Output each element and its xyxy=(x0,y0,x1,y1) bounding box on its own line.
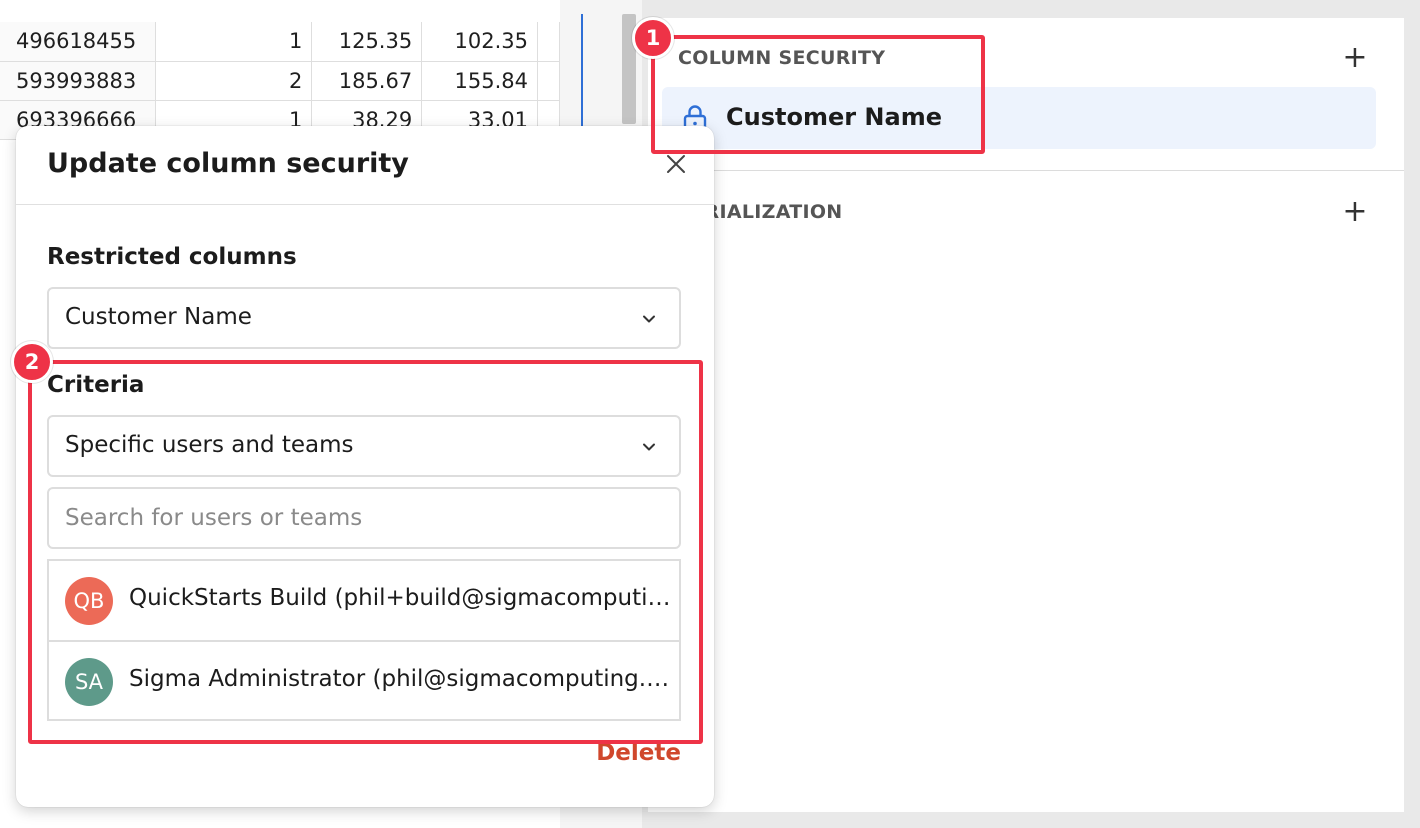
table-cell[interactable]: 125.35 xyxy=(311,22,423,62)
table-cell[interactable]: 1 xyxy=(155,22,313,62)
table-cell[interactable]: 155.84 xyxy=(421,61,538,101)
restricted-columns-select[interactable]: Customer Name xyxy=(47,287,681,349)
table-cell[interactable]: 593993883 xyxy=(0,61,157,101)
add-column-security-button[interactable]: + xyxy=(1342,43,1368,73)
user-name: QuickStarts Build (phil+build@sigmacompu… xyxy=(129,585,674,611)
column-security-header: COLUMN SECURITY xyxy=(678,47,886,69)
update-column-security-dialog: Update column security Restricted column… xyxy=(16,126,714,807)
table-row[interactable]: 593993883 2 185.67 155.84 xyxy=(0,61,560,101)
column-security-item-label: Customer Name xyxy=(726,103,942,131)
data-table: 496618455 1 125.35 102.35 593993883 2 18… xyxy=(0,22,560,140)
delete-button[interactable]: Delete xyxy=(596,740,681,766)
dialog-title: Update column security xyxy=(47,148,409,179)
table-cell[interactable]: 2 xyxy=(155,61,313,101)
table-cell[interactable]: 496618455 xyxy=(0,22,157,62)
avatar: QB xyxy=(65,577,113,625)
close-icon[interactable] xyxy=(664,152,688,176)
table-cell[interactable]: 185.67 xyxy=(311,61,423,101)
table-row[interactable]: 496618455 1 125.35 102.35 xyxy=(0,22,560,62)
callout-badge-2: 2 xyxy=(11,341,53,383)
search-users-input[interactable] xyxy=(47,487,681,549)
avatar: SA xyxy=(65,658,113,706)
user-list-item[interactable]: SA Sigma Administrator (phil@sigmacomput… xyxy=(49,642,679,721)
divider xyxy=(648,170,1404,171)
user-name: Sigma Administrator (phil@sigmacomputing… xyxy=(129,666,674,692)
table-cell[interactable] xyxy=(537,22,560,62)
divider xyxy=(16,204,714,205)
chevron-down-icon xyxy=(643,315,655,323)
criteria-label: Criteria xyxy=(47,372,145,398)
properties-panel: COLUMN SECURITY + Customer Name TERIALIZ… xyxy=(648,18,1404,812)
user-list-item[interactable]: QB QuickStarts Build (phil+build@sigmaco… xyxy=(49,561,679,642)
add-materialization-button[interactable]: + xyxy=(1342,197,1368,227)
restricted-columns-value: Customer Name xyxy=(65,304,252,330)
selected-users-list: QB QuickStarts Build (phil+build@sigmaco… xyxy=(47,559,681,721)
callout-badge-1: 1 xyxy=(632,17,674,59)
table-cell[interactable]: 102.35 xyxy=(421,22,538,62)
column-security-item[interactable]: Customer Name xyxy=(662,87,1376,149)
table-cell[interactable] xyxy=(537,61,560,101)
restricted-columns-label: Restricted columns xyxy=(47,244,297,270)
criteria-value: Specific users and teams xyxy=(65,432,354,458)
criteria-select[interactable]: Specific users and teams xyxy=(47,415,681,477)
chevron-down-icon xyxy=(643,443,655,451)
